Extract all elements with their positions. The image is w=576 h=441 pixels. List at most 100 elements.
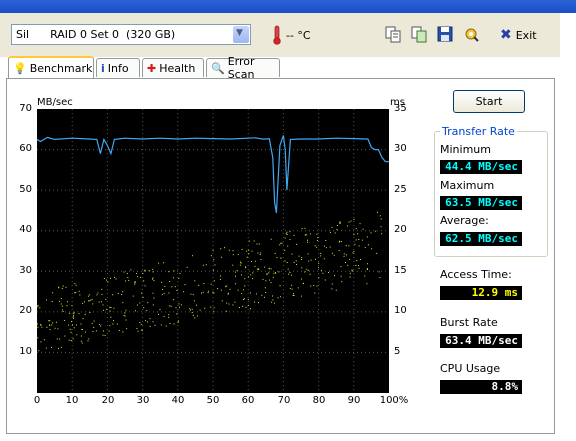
access-time-point	[143, 307, 145, 309]
access-time-point	[335, 289, 337, 291]
drive-select[interactable]: Sil RAID 0 Set 0 (320 GB) ▼	[11, 24, 251, 45]
access-time-point	[366, 263, 368, 265]
save-icon[interactable]	[436, 25, 454, 43]
access-time-point	[246, 250, 248, 252]
access-time-point	[142, 296, 144, 298]
copy-text-icon[interactable]	[384, 25, 402, 43]
access-time-point	[247, 299, 249, 301]
access-time-point	[242, 289, 244, 291]
access-time-point	[102, 334, 104, 336]
access-time-point	[81, 342, 83, 344]
access-time-point	[304, 227, 306, 229]
access-time-point	[105, 279, 107, 281]
access-time-point	[93, 326, 95, 328]
access-time-point	[339, 222, 341, 224]
access-time-point	[45, 299, 47, 301]
tab-benchmark[interactable]: 💡 Benchmark	[8, 56, 94, 78]
access-time-point	[301, 257, 303, 259]
access-time-point	[80, 335, 82, 337]
access-time-point	[327, 272, 329, 274]
access-time-point	[341, 281, 343, 283]
access-time-point	[353, 234, 355, 236]
access-time-point	[105, 298, 107, 300]
access-time-point	[58, 286, 60, 288]
exit-button[interactable]: ✖ Exit	[500, 25, 537, 45]
access-time-point	[265, 280, 267, 282]
access-time-point	[87, 295, 89, 297]
access-time-point	[175, 307, 177, 309]
access-time-point	[161, 294, 163, 296]
access-time-point	[245, 266, 247, 268]
access-time-point	[178, 277, 180, 279]
access-time-point	[49, 320, 51, 322]
chevron-down-icon[interactable]: ▼	[233, 26, 249, 43]
copy-screenshot-icon[interactable]	[410, 25, 428, 43]
access-time-point	[107, 281, 109, 283]
access-time-point	[302, 282, 304, 284]
x-tick-label: 70	[277, 395, 291, 406]
access-time-point	[353, 218, 355, 220]
access-time-point	[289, 231, 291, 233]
access-time-point	[309, 273, 311, 275]
access-time-point	[139, 276, 141, 278]
access-time-point	[176, 290, 178, 292]
tab-info[interactable]: i Info	[96, 58, 140, 77]
y-tick-label: 30	[19, 265, 32, 276]
exit-label: Exit	[515, 28, 537, 42]
access-time-point	[71, 305, 73, 307]
access-time-point	[360, 258, 362, 260]
access-time-point	[292, 294, 294, 296]
access-time-point	[189, 309, 191, 311]
options-icon[interactable]	[462, 25, 480, 43]
y2-tick-label: 5	[394, 346, 401, 357]
access-time-point	[93, 320, 95, 322]
access-time-point	[325, 247, 327, 249]
access-time-point	[254, 265, 256, 267]
tab-error-scan[interactable]: 🔍 Error Scan	[206, 55, 280, 81]
access-time-point	[300, 278, 302, 280]
title-bar	[0, 0, 576, 13]
access-time-point	[100, 325, 102, 327]
x-tick-label: 100%	[379, 395, 409, 406]
x-tick-label: 0	[33, 395, 41, 406]
access-time-point	[251, 250, 253, 252]
access-time-point	[210, 306, 212, 308]
access-time-point	[73, 317, 75, 319]
access-time-point	[207, 290, 209, 292]
access-time-point	[278, 271, 280, 273]
y2-tick-label: 20	[394, 224, 407, 235]
access-time-point	[68, 339, 70, 341]
access-time-point	[217, 288, 219, 290]
access-time-point	[293, 261, 295, 263]
y2-tick-label: 10	[394, 305, 407, 316]
access-time-point	[54, 327, 56, 329]
access-time-point	[194, 317, 196, 319]
access-time-point	[75, 324, 77, 326]
access-time-point	[170, 305, 172, 307]
access-time-point	[59, 338, 61, 340]
access-time-point	[152, 277, 154, 279]
access-time-point	[296, 263, 298, 265]
access-time-point	[158, 262, 160, 264]
access-time-point	[213, 311, 215, 313]
access-time-point	[252, 278, 254, 280]
access-time-point	[264, 287, 266, 289]
access-time-point	[304, 271, 306, 273]
y-tick-label: 60	[19, 143, 32, 154]
start-button[interactable]: Start	[453, 90, 525, 113]
y2-tick-label: 15	[394, 265, 407, 276]
tab-health[interactable]: ✚ Health	[142, 58, 204, 77]
access-time-point	[183, 291, 185, 293]
access-time-point	[184, 284, 186, 286]
x-tick-label: 60	[241, 395, 255, 406]
access-time-point	[137, 330, 139, 332]
access-time-point	[189, 308, 191, 310]
access-time-point	[232, 264, 234, 266]
access-time-point	[357, 265, 359, 267]
access-time-point	[202, 264, 204, 266]
access-time-point	[37, 305, 39, 307]
access-time-point	[71, 324, 73, 326]
access-time-point	[358, 238, 360, 240]
access-time-point	[286, 231, 288, 233]
access-time-point	[130, 269, 132, 271]
